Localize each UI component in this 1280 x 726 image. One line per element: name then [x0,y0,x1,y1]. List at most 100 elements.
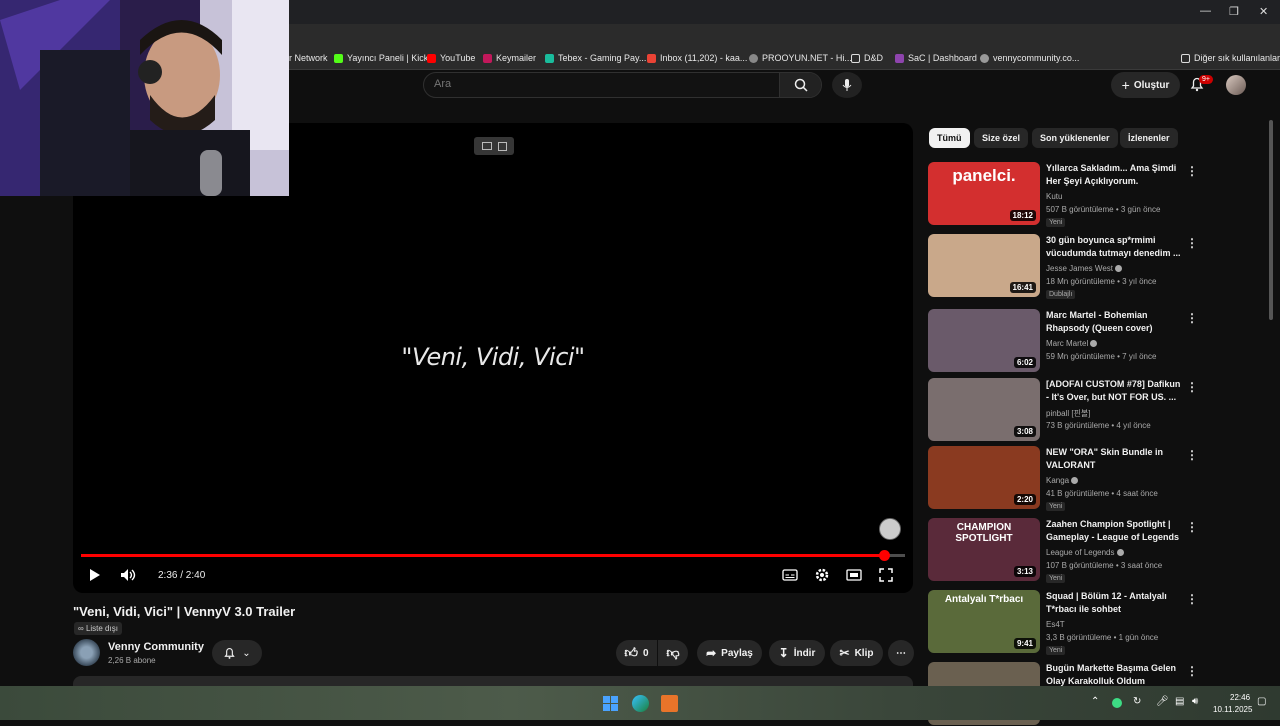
theater-mode-button[interactable] [845,567,863,583]
more-vertical-icon[interactable]: ⋮ [1186,311,1198,325]
network-icon[interactable]: ▤ [1175,696,1184,707]
video-title[interactable]: Squad | Bölüm 12 - Antalyalı T*rbacı ile… [1046,590,1182,616]
edge-browser-icon[interactable] [632,695,649,712]
avatar[interactable] [1226,75,1246,95]
video-thumbnail[interactable]: Antalyalı T*rbacı 9:41 [928,590,1040,653]
create-button[interactable]: + Oluştur [1111,72,1180,98]
video-thumbnail[interactable]: 2:20 [928,446,1040,509]
channel-name[interactable]: League of Legends [1046,548,1124,557]
video-title[interactable]: 30 gün boyunca sp*rmimi vücudumda tutmay… [1046,234,1182,260]
search-input[interactable] [434,78,774,90]
settings-button[interactable] [813,567,831,583]
bookmark[interactable]: SaC | Dashboard [895,53,977,63]
bookmark-folder[interactable]: D&D [851,53,883,63]
app-icon[interactable] [661,695,678,712]
channel-name[interactable]: pinball [핀볼] [1046,408,1091,419]
bookmark[interactable]: r Network [289,53,328,63]
channel-watermark[interactable] [879,518,901,540]
progress-scrubber[interactable] [879,550,890,561]
video-title[interactable]: Zaahen Champion Spotlight | Gameplay - L… [1046,518,1182,544]
recommendation-item[interactable]: 6:02 Marc Martel - Bohemian Rhapsody (Que… [928,309,1258,373]
download-button[interactable]: ↧ İndir [769,640,825,666]
other-bookmarks[interactable]: Diğer sık kullanılanlar [1181,53,1280,63]
channel-name[interactable]: Kutu [1046,192,1062,201]
video-thumbnail[interactable]: panelci. 18:12 [928,162,1040,225]
bookmark[interactable]: Tebex - Gaming Pay... [545,53,646,63]
more-vertical-icon[interactable]: ⋮ [1186,664,1198,678]
channel-name[interactable]: Es4T [1046,620,1065,629]
clock-time[interactable]: 22:46 [1230,693,1250,702]
sync-icon[interactable]: ↻ [1133,696,1141,707]
recommendation-item[interactable]: panelci. 18:12 Yıllarca Sakladım... Ama Şi… [928,162,1258,227]
clock-date[interactable]: 10.11.2025 [1213,705,1252,714]
bookmark[interactable]: Keymailer [483,53,536,63]
description-box[interactable] [73,676,913,686]
chip-all[interactable]: Tümü [929,128,970,148]
scrollbar-thumb[interactable] [1269,120,1273,320]
video-thumbnail[interactable]: 6:02 [928,309,1040,372]
tray-status-icon[interactable] [1112,698,1122,708]
bookmark[interactable]: vennycommunity.co... [980,53,1079,63]
video-thumbnail[interactable]: 16:41 [928,234,1040,297]
minimize-icon[interactable]: — [1200,5,1211,17]
mute-button[interactable] [119,567,139,583]
video-title[interactable]: NEW "ORA" Skin Bundle in VALORANT [1046,446,1182,472]
channel-avatar[interactable] [73,639,100,666]
share-button[interactable]: ➦ Paylaş [697,640,762,666]
video-title[interactable]: Marc Martel - Bohemian Rhapsody (Queen c… [1046,309,1182,335]
player-overlay-buttons [474,137,514,155]
channel-name[interactable]: Jesse James West [1046,264,1122,273]
recommendation-item[interactable]: Antalyalı T*rbacı 9:41 Squad | Bölüm 12 - … [928,590,1258,655]
subtitles-button[interactable] [781,567,799,583]
recommendation-item[interactable]: 16:41 30 gün boyunca sp*rmimi vücudumda t… [928,234,1258,299]
search-button[interactable] [779,73,821,97]
recommendation-item[interactable]: CHAMPION SPOTLIGHT 3:13 Zaahen Champion Sp… [928,518,1258,583]
recommendation-item[interactable]: 3:08 [ADOFAI CUSTOM #78] Dafikun - It's O… [928,378,1258,442]
video-title[interactable]: Bugün Markette Başıma Gelen Olay Karakol… [1046,662,1182,688]
search-box[interactable] [423,72,822,98]
recommendation-item[interactable]: 2:20 NEW "ORA" Skin Bundle in VALORANT Kan… [928,446,1258,511]
chip-for-you[interactable]: Size özel [974,128,1029,148]
chip-recent[interactable]: Son yüklenenler [1032,128,1118,148]
chip-watched[interactable]: İzlenenler [1120,128,1178,148]
more-vertical-icon[interactable]: ⋮ [1186,592,1198,606]
more-horizontal-icon: ⋯ [896,647,906,659]
thumbnail-text: CHAMPION SPOTLIGHT [955,522,1013,544]
mic-tray-icon[interactable]: 🎤︎ [1156,696,1169,707]
bookmark[interactable]: YouTube [427,53,475,63]
popout-icon[interactable] [497,141,507,151]
progress-bar[interactable] [81,550,905,561]
dislike-button[interactable]: 👎︎ [658,640,688,666]
notification-center-icon[interactable]: ▢ [1257,696,1266,707]
windows-start-icon[interactable] [603,696,618,711]
miniplayer-icon[interactable] [481,142,492,150]
channel-name[interactable]: Venny Community [108,641,204,653]
bookmark[interactable]: PROOYUN.NET - Hi... [749,53,852,63]
video-thumbnail[interactable]: CHAMPION SPOTLIGHT 3:13 [928,518,1040,581]
more-vertical-icon[interactable]: ⋮ [1186,380,1198,394]
play-button[interactable] [87,567,103,583]
microphone-icon [842,79,852,91]
video-title[interactable]: Yıllarca Sakladım... Ama Şimdi Her Şeyi … [1046,162,1182,188]
video-thumbnail[interactable]: 3:08 [928,378,1040,441]
close-icon[interactable]: ✕ [1259,5,1268,18]
voice-search-button[interactable] [832,72,862,98]
clip-button[interactable]: ✂ Klip [830,640,883,666]
channel-name[interactable]: Marc Martel [1046,339,1098,348]
bookmark[interactable]: Yayıncı Paneli | Kick [334,53,428,63]
more-vertical-icon[interactable]: ⋮ [1186,520,1198,534]
more-vertical-icon[interactable]: ⋮ [1186,448,1198,462]
fullscreen-button[interactable] [877,567,895,583]
volume-tray-icon[interactable]: 🔊︎ [1192,696,1198,707]
more-actions-button[interactable]: ⋯ [888,640,914,666]
like-button[interactable]: 👍︎ 0 [616,640,657,666]
more-vertical-icon[interactable]: ⋮ [1186,236,1198,250]
scrollbar[interactable] [1268,100,1274,686]
subscription-bell-button[interactable]: ⌄ [212,640,262,666]
channel-name[interactable]: Kanga [1046,476,1079,485]
video-title[interactable]: [ADOFAI CUSTOM #78] Dafikun - It's Over,… [1046,378,1182,404]
more-vertical-icon[interactable]: ⋮ [1186,164,1198,178]
maximize-icon[interactable]: ❐ [1229,5,1239,18]
bookmark[interactable]: Inbox (11,202) - kaa... [647,53,747,63]
chevron-up-icon[interactable]: ⌃ [1091,696,1099,707]
